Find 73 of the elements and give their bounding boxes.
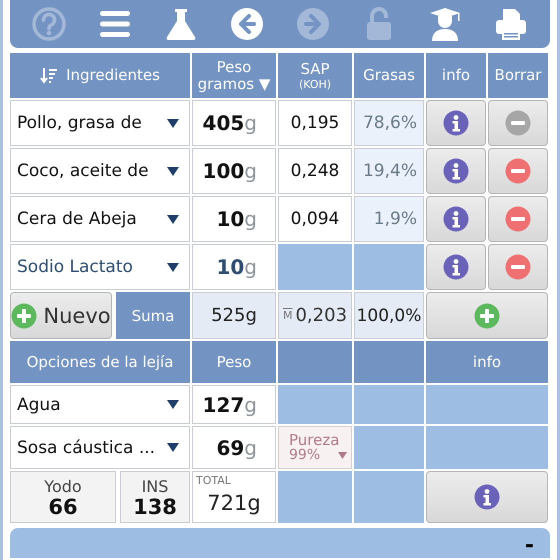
fat-percent: 78,6% xyxy=(354,100,424,146)
ins-value: 138 xyxy=(133,497,177,518)
info-button[interactable] xyxy=(426,244,486,290)
fat-percent: 19,4% xyxy=(354,148,424,194)
lye-select[interactable]: Agua xyxy=(10,385,190,424)
column-header: info xyxy=(426,53,486,98)
weight-field[interactable]: 69g xyxy=(192,426,276,469)
dropdown-caret-icon xyxy=(167,118,179,128)
column-header: info xyxy=(426,341,548,383)
collapse-toggle[interactable]: - xyxy=(524,534,534,558)
empty-cell xyxy=(354,385,424,424)
info-button[interactable] xyxy=(426,196,486,242)
add-button[interactable] xyxy=(426,292,548,339)
sap-value: 0,248 xyxy=(278,148,352,194)
add-icon xyxy=(11,302,38,328)
info-icon xyxy=(443,254,469,280)
info-button[interactable] xyxy=(426,471,548,523)
lye-select[interactable]: Sosa cáustica ... xyxy=(10,426,190,469)
empty-cell xyxy=(354,244,424,290)
dropdown-caret-icon xyxy=(338,452,348,458)
column-header: Grasas xyxy=(354,53,424,98)
dropdown-caret-icon xyxy=(167,443,179,452)
remove-button[interactable] xyxy=(488,148,548,194)
info-icon xyxy=(474,484,500,510)
dropdown-caret-icon xyxy=(167,166,179,176)
remove-icon xyxy=(505,206,531,232)
new-ingredient-button[interactable]: Nuevo xyxy=(10,292,112,339)
iodine-label: Yodo xyxy=(44,476,82,497)
remove-icon xyxy=(505,110,531,136)
ingredient-select[interactable]: Sodio Lactato xyxy=(10,244,190,290)
remove-button[interactable] xyxy=(488,100,548,146)
fat-total: 100,0% xyxy=(354,292,424,339)
sap-value: 0,094 xyxy=(278,196,352,242)
ingredient-select[interactable]: Pollo, grasa de xyxy=(10,100,190,146)
info-icon xyxy=(443,110,469,136)
remove-icon xyxy=(505,254,531,280)
add-icon xyxy=(474,302,500,328)
ins-label: INS xyxy=(142,476,168,497)
iodine-value: 66 xyxy=(48,497,78,518)
column-header: Borrar xyxy=(488,53,548,98)
empty-cell xyxy=(354,426,424,469)
sum-label: Suma xyxy=(116,292,190,339)
total-weight: 525g xyxy=(192,292,276,339)
info-icon xyxy=(443,158,469,184)
weight-field[interactable]: 100g xyxy=(192,148,276,194)
header-cell xyxy=(354,341,424,383)
ingredient-select[interactable]: Coco, aceite de xyxy=(10,148,190,194)
mean-symbol: M xyxy=(282,309,292,322)
dropdown-caret-icon xyxy=(167,214,179,224)
average-sap: 0,203 xyxy=(295,305,348,326)
dropdown-caret-icon xyxy=(167,400,179,409)
total-label: TOTAL xyxy=(196,474,232,487)
info-icon xyxy=(443,206,469,232)
column-header-unit: (KOH) xyxy=(298,78,332,90)
info-button[interactable] xyxy=(426,100,486,146)
weight-field[interactable]: 405g xyxy=(192,100,276,146)
dropdown-caret-icon xyxy=(167,262,179,272)
weight-field[interactable]: 127g xyxy=(192,385,276,424)
total-value: 721g xyxy=(207,491,261,515)
remove-icon xyxy=(505,158,531,184)
ingredient-select[interactable]: Cera de Abeja xyxy=(10,196,190,242)
info-button[interactable] xyxy=(426,148,486,194)
weight-field[interactable]: 10g xyxy=(192,196,276,242)
column-header: SAP xyxy=(300,60,330,78)
column-header: Peso xyxy=(192,341,276,383)
remove-button[interactable] xyxy=(488,196,548,242)
weight-field[interactable]: 10g xyxy=(192,244,276,290)
sort-icon xyxy=(40,66,58,84)
sap-value: 0,195 xyxy=(278,100,352,146)
remove-button[interactable] xyxy=(488,244,548,290)
section-header: Opciones de la lejía xyxy=(10,341,190,383)
empty-cell xyxy=(354,471,424,523)
fat-percent: 1,9% xyxy=(354,196,424,242)
